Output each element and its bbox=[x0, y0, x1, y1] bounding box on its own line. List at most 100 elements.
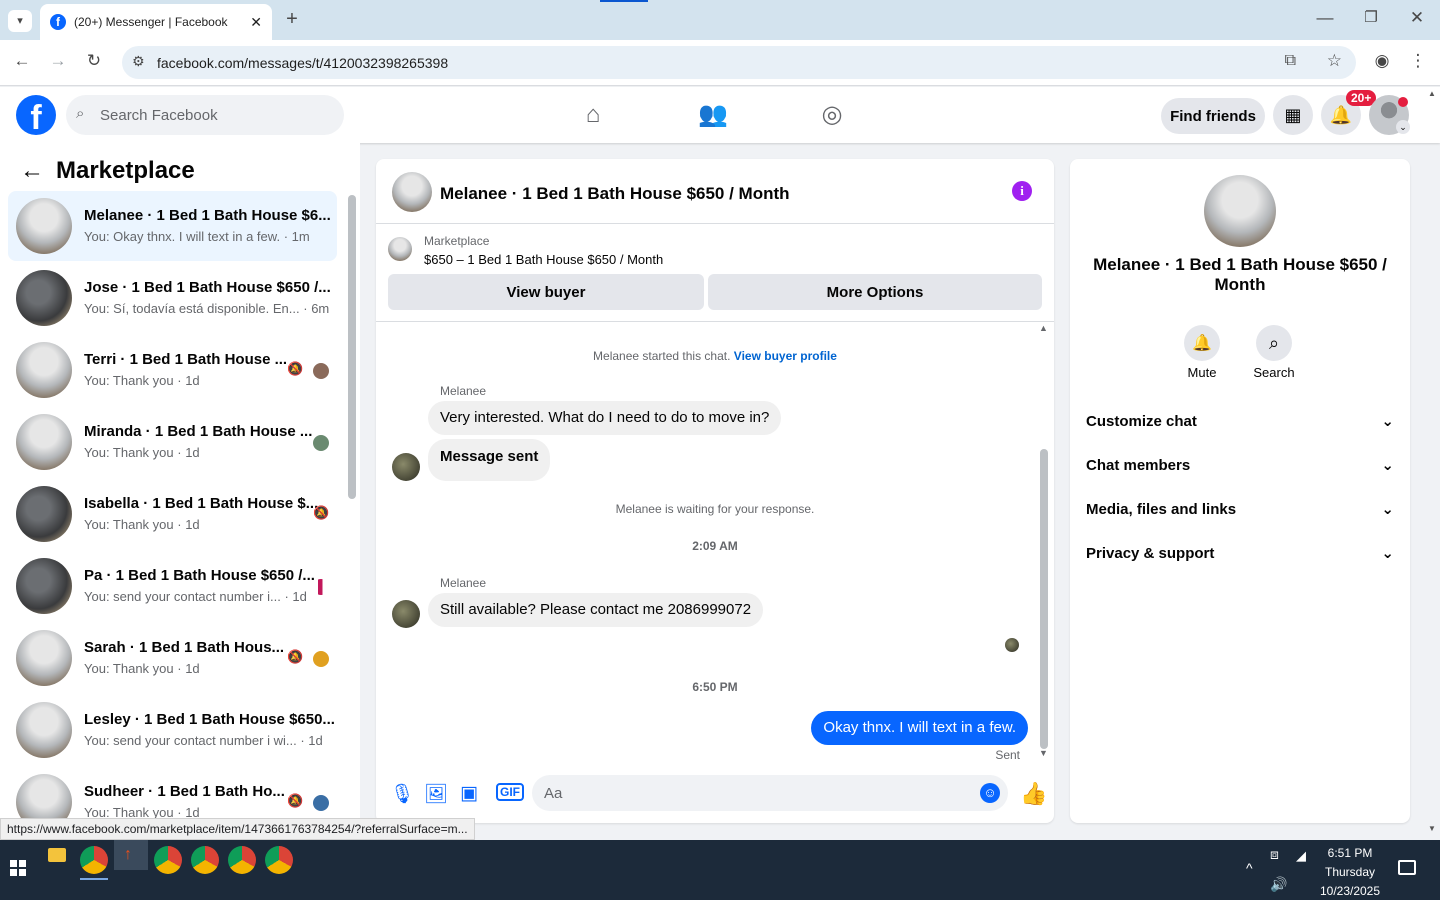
listing-thumbnail[interactable] bbox=[388, 237, 412, 261]
conversation-item[interactable]: Jose · 1 Bed 1 Bath House $650 /... You:… bbox=[8, 263, 337, 333]
find-friends-button[interactable]: Find friends bbox=[1161, 98, 1265, 134]
facebook-logo-icon[interactable]: f bbox=[16, 95, 56, 135]
volume-icon[interactable]: 🔊 bbox=[1270, 876, 1287, 893]
gif-icon[interactable]: GIF bbox=[496, 783, 524, 801]
more-options-button[interactable]: More Options bbox=[708, 274, 1042, 310]
site-settings-icon[interactable]: ⚙ bbox=[132, 53, 145, 70]
tray-chevron-icon[interactable]: ^ bbox=[1246, 860, 1253, 876]
conversation-item[interactable]: Miranda · 1 Bed 1 Bath House ... You: Th… bbox=[8, 407, 337, 477]
close-tab-icon[interactable]: ✕ bbox=[250, 14, 262, 31]
page-scroll-down-icon[interactable]: ▼ bbox=[1428, 824, 1436, 833]
search-label[interactable]: Search bbox=[1242, 365, 1306, 380]
reload-icon[interactable]: ↻ bbox=[82, 51, 106, 71]
tab-search-icon[interactable]: ▾ bbox=[8, 10, 32, 32]
info-avatar[interactable] bbox=[1204, 175, 1276, 247]
conversation-avatar bbox=[16, 270, 72, 326]
back-icon[interactable]: ← bbox=[10, 51, 34, 71]
windows-taskbar: ↑ ^ ⧈ 🔊 ◢ 6:51 PM Thursday 10/23/2025 bbox=[0, 840, 1440, 900]
back-arrow-icon[interactable]: ← bbox=[20, 157, 44, 185]
conversation-item[interactable]: Pa · 1 Bed 1 Bath House $650 /... You: s… bbox=[8, 551, 337, 621]
view-buyer-button[interactable]: View buyer bbox=[388, 274, 704, 310]
search-icon: ⌕ bbox=[76, 105, 85, 122]
chat-info-icon[interactable]: i bbox=[1012, 181, 1032, 201]
sender-avatar[interactable] bbox=[392, 453, 420, 481]
device-icon[interactable]: ⧈ bbox=[1270, 846, 1279, 863]
marketplace-chat-list: ← Marketplace Melanee · 1 Bed 1 Bath Hou… bbox=[0, 143, 360, 838]
listing-text[interactable]: $650 – 1 Bed 1 Bath House $650 / Month bbox=[424, 252, 663, 267]
chat-header-avatar[interactable] bbox=[392, 172, 432, 212]
browser-tab[interactable]: f (20+) Messenger | Facebook ✕ bbox=[40, 4, 272, 40]
conversation-item[interactable]: Lesley · 1 Bed 1 Bath House $650... You:… bbox=[8, 695, 337, 765]
profile-icon[interactable]: ◉ bbox=[1370, 51, 1394, 71]
conversation-item[interactable]: Terri · 1 Bed 1 Bath House ... You: Than… bbox=[8, 335, 337, 405]
chrome-menu-icon[interactable]: ⋮ bbox=[1406, 51, 1430, 71]
privacy-support-row[interactable]: Privacy & support ⌄ bbox=[1086, 538, 1394, 568]
seen-avatar bbox=[313, 363, 329, 379]
view-buyer-profile-link[interactable]: View buyer profile bbox=[734, 349, 837, 363]
home-icon[interactable]: ⌂ bbox=[573, 95, 613, 135]
menu-grid-icon[interactable]: ▦ bbox=[1273, 95, 1313, 135]
photo-icon[interactable]: 🖼 bbox=[424, 782, 448, 806]
app-icon[interactable]: ↑ bbox=[124, 846, 132, 864]
conversation-time: · 1d bbox=[300, 733, 323, 748]
close-window-icon[interactable]: ✕ bbox=[1405, 8, 1429, 28]
sender-avatar[interactable] bbox=[392, 600, 420, 628]
waiting-text: Melanee is waiting for your response. bbox=[615, 502, 815, 516]
mute-label[interactable]: Mute bbox=[1170, 365, 1234, 380]
chrome-icon[interactable] bbox=[154, 846, 182, 874]
chevron-down-icon: ⌄ bbox=[1381, 501, 1394, 518]
clock[interactable]: 6:51 PM Thursday 10/23/2025 bbox=[1318, 844, 1382, 900]
incoming-message[interactable]: Still available? Please contact me 20869… bbox=[428, 593, 764, 627]
facebook-search[interactable]: ⌕ Search Facebook bbox=[66, 95, 344, 135]
incoming-message[interactable]: Message sent bbox=[428, 439, 551, 481]
chrome-icon[interactable] bbox=[265, 846, 293, 874]
conversation-time: · 1d bbox=[284, 589, 307, 604]
message-input[interactable]: Aa ☺ bbox=[532, 775, 1008, 811]
account-chevron-icon[interactable]: ⌄ bbox=[1396, 120, 1410, 134]
conversation-item[interactable]: Sarah · 1 Bed 1 Bath Hous... You: Thank … bbox=[8, 623, 337, 693]
sent-status: Sent bbox=[995, 748, 1020, 762]
new-tab-icon[interactable]: + bbox=[280, 8, 304, 31]
thumbs-up-icon[interactable]: 👍 bbox=[1020, 781, 1047, 807]
sticker-icon[interactable]: ▣ bbox=[460, 782, 478, 805]
groups-icon[interactable]: ◎ bbox=[812, 95, 852, 135]
chrome-icon[interactable] bbox=[80, 846, 108, 874]
bookmark-star-icon[interactable]: ☆ bbox=[1327, 51, 1342, 71]
page-scroll-up-icon[interactable]: ▲ bbox=[1428, 89, 1436, 98]
notification-center-icon[interactable] bbox=[1398, 860, 1416, 875]
friends-icon[interactable]: 👥 bbox=[693, 95, 733, 135]
mute-bell-icon[interactable]: 🔔 bbox=[1184, 325, 1220, 361]
muted-bell-icon: 🔕 bbox=[287, 793, 304, 808]
scroll-up-icon[interactable]: ▲ bbox=[1039, 323, 1048, 333]
file-explorer-icon[interactable] bbox=[48, 848, 66, 862]
install-app-icon[interactable]: ⧉ bbox=[1285, 52, 1296, 70]
microphone-icon[interactable]: 🎙 bbox=[390, 782, 414, 806]
chat-members-row[interactable]: Chat members ⌄ bbox=[1086, 450, 1394, 480]
customize-chat-row[interactable]: Customize chat ⌄ bbox=[1086, 406, 1394, 436]
url-text: facebook.com/messages/t/4120032398265398 bbox=[157, 54, 449, 71]
chat-list-scrollbar[interactable] bbox=[348, 195, 356, 499]
search-conversation-icon[interactable]: ⌕ bbox=[1256, 325, 1292, 361]
chat-title[interactable]: Melanee · 1 Bed 1 Bath House $650 / Mont… bbox=[440, 184, 790, 204]
forward-icon[interactable]: → bbox=[46, 51, 70, 71]
messages-scrollbar[interactable] bbox=[1040, 449, 1048, 749]
emoji-icon[interactable]: ☺ bbox=[980, 783, 1000, 803]
restore-icon[interactable]: ❐ bbox=[1359, 8, 1383, 26]
chrome-icon[interactable] bbox=[228, 846, 256, 874]
chrome-icon[interactable] bbox=[191, 846, 219, 874]
outgoing-message[interactable]: Okay thnx. I will text in a few. bbox=[811, 711, 1028, 745]
conversation-item[interactable]: Melanee · 1 Bed 1 Bath House $6... You: … bbox=[8, 191, 337, 261]
sender-name: Melanee bbox=[440, 384, 487, 398]
scroll-down-icon[interactable]: ▼ bbox=[1039, 748, 1048, 758]
message-placeholder: Aa bbox=[544, 784, 563, 802]
network-icon[interactable]: ◢ bbox=[1296, 848, 1306, 864]
minimize-icon[interactable]: — bbox=[1313, 8, 1337, 28]
windows-start-icon[interactable] bbox=[10, 860, 26, 876]
url-field[interactable]: ⚙ facebook.com/messages/t/41200323982653… bbox=[122, 46, 1356, 79]
conversation-name: Miranda · 1 Bed 1 Bath House ... bbox=[84, 423, 313, 440]
conversation-preview: You: send your contact number i wi... bbox=[84, 733, 297, 748]
media-files-links-row[interactable]: Media, files and links ⌄ bbox=[1086, 494, 1394, 524]
conversation-item[interactable]: Isabella · 1 Bed 1 Bath House $... You: … bbox=[8, 479, 337, 549]
incoming-message[interactable]: Very interested. What do I need to do to… bbox=[428, 401, 782, 435]
conversation-name: Melanee · 1 Bed 1 Bath House $6... bbox=[84, 207, 331, 224]
